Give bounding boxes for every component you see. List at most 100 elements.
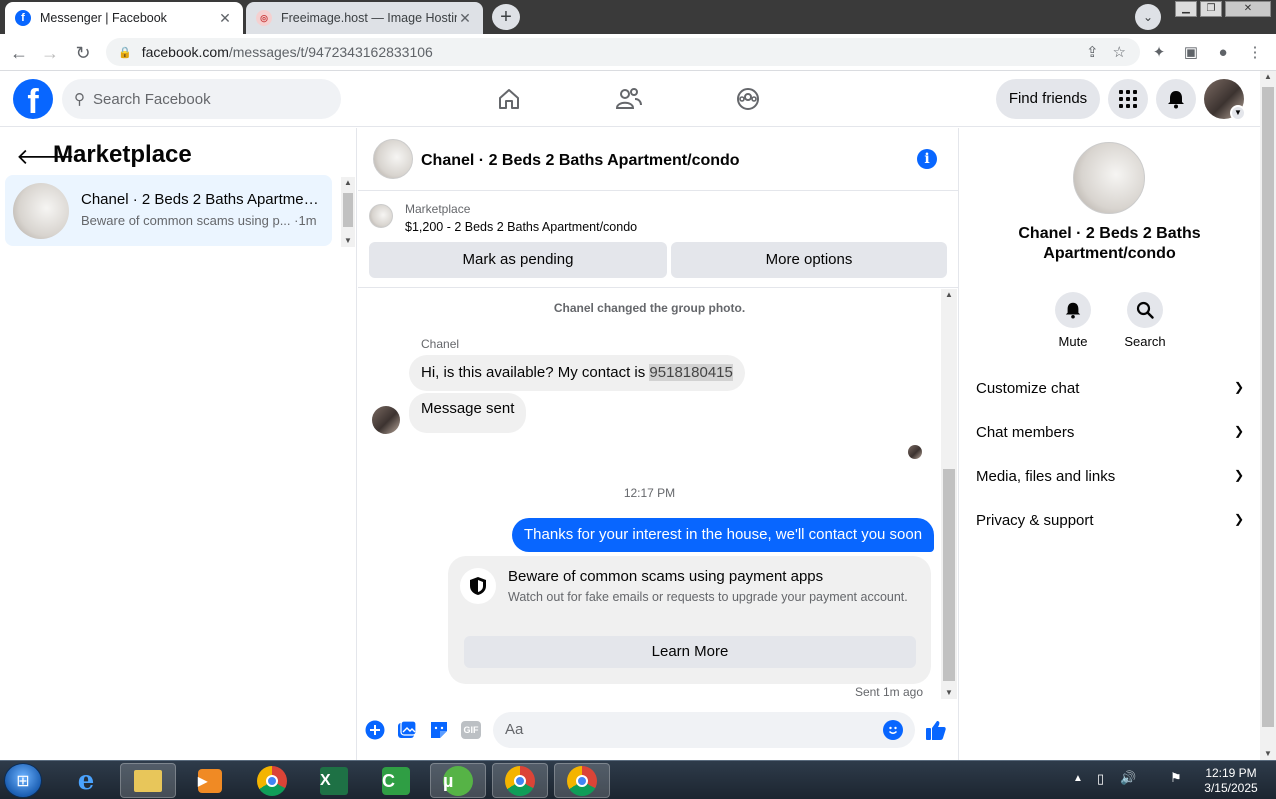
scroll-down-icon[interactable]: ▼ — [1260, 748, 1276, 760]
chat-avatar[interactable] — [373, 139, 413, 179]
scrollbar-thumb[interactable] — [1262, 87, 1274, 727]
facebook-header: f ⚲ Search Facebook Find friends ▼ — [0, 71, 1276, 127]
close-tab-icon[interactable]: ✕ — [217, 10, 233, 27]
message-input[interactable]: Aa — [493, 712, 915, 748]
friends-icon[interactable] — [611, 81, 647, 117]
url-path: /messages/t/9472343162833106 — [228, 44, 433, 60]
more-options-button[interactable]: More options — [671, 242, 947, 278]
list-item[interactable]: Chanel · 2 Beds 2 Baths Apartment/condo … — [5, 175, 332, 246]
media-files-links-section[interactable]: Media, files and links ❯ — [976, 468, 1246, 490]
camtasia-icon[interactable]: C — [368, 763, 424, 798]
chat-details-avatar[interactable] — [1073, 142, 1145, 214]
outgoing-message[interactable]: Thanks for your interest in the house, w… — [512, 518, 935, 552]
gif-icon[interactable]: GIF — [459, 718, 483, 742]
incoming-message[interactable]: Message sent — [409, 393, 527, 433]
network-icon[interactable]: ▯ — [1097, 771, 1104, 787]
learn-more-button[interactable]: Learn More — [464, 636, 916, 668]
url-field[interactable]: 🔒 facebook.com/messages/t/94723431628331… — [106, 38, 1140, 66]
chrome-menu-icon[interactable]: ⋮ — [1242, 40, 1268, 66]
address-bar: ← → ↻ 🔒 facebook.com/messages/t/94723431… — [0, 34, 1276, 71]
mute-button[interactable]: Mute — [1043, 292, 1103, 349]
media-player-icon[interactable]: ▶ — [182, 763, 238, 798]
account-avatar[interactable]: ▼ — [1204, 79, 1246, 121]
maximize-button[interactable]: ❐ — [1200, 1, 1222, 17]
chrome-window-icon[interactable] — [554, 763, 610, 798]
back-icon[interactable]: ← — [6, 40, 32, 66]
minimize-button[interactable]: ▁ — [1175, 1, 1197, 17]
scroll-up-icon[interactable]: ▲ — [341, 177, 355, 189]
incoming-message[interactable]: Hi, is this available? My contact is 951… — [409, 355, 745, 391]
action-center-flag-icon[interactable]: ⚑ — [1170, 770, 1182, 786]
tab-title: Freeimage.host — Image Hosting — [281, 11, 457, 25]
close-window-button[interactable]: ✕ — [1225, 1, 1271, 17]
tab-messenger[interactable]: f Messenger | Facebook ✕ — [5, 2, 243, 34]
tab-freeimage[interactable]: ◎ Freeimage.host — Image Hosting ✕ — [246, 2, 483, 34]
file-explorer-icon[interactable] — [120, 763, 176, 798]
forward-icon[interactable]: → — [37, 40, 63, 66]
thumbs-up-icon[interactable] — [924, 718, 948, 742]
listing-thumbnail[interactable] — [369, 204, 393, 228]
share-icon[interactable]: ⇪ — [1086, 43, 1099, 61]
mute-label: Mute — [1058, 334, 1088, 349]
sender-avatar[interactable] — [372, 406, 400, 434]
menu-grid-icon[interactable] — [1108, 79, 1148, 119]
bookmark-star-icon[interactable]: ☆ — [1113, 43, 1126, 61]
panel-title: Marketplace — [53, 141, 192, 168]
utorrent-icon[interactable]: µ — [430, 763, 486, 798]
home-icon[interactable] — [491, 81, 527, 117]
sender-name: Chanel — [421, 337, 460, 351]
close-tab-icon[interactable]: ✕ — [457, 10, 473, 27]
bell-icon — [1055, 292, 1091, 328]
facebook-logo-icon[interactable]: f — [13, 79, 53, 119]
photo-icon[interactable] — [395, 718, 419, 742]
scrollbar-thumb[interactable] — [943, 469, 955, 681]
privacy-support-section[interactable]: Privacy & support ❯ — [976, 512, 1246, 534]
windows-taskbar: ⊞ e ▶ X C µ ▲ ▯ 🔊 ⚑ 12:19 PM 3/15/2025 — [0, 760, 1276, 799]
chrome-profile-icon[interactable]: ● — [1210, 40, 1236, 66]
tab-search-button[interactable]: ⌄ — [1135, 4, 1161, 30]
chrome-profile-window-icon[interactable] — [492, 763, 548, 798]
chat-scrollbar[interactable]: ▲ ▼ — [941, 289, 957, 699]
volume-icon[interactable]: 🔊 — [1120, 770, 1136, 786]
chrome-icon[interactable] — [244, 763, 300, 798]
add-attachment-icon[interactable] — [363, 718, 387, 742]
scroll-down-icon[interactable]: ▼ — [941, 687, 957, 699]
new-tab-button[interactable]: + — [492, 4, 520, 30]
system-message: Chanel changed the group photo. — [553, 301, 746, 315]
chat-details-name: Chanel · 2 Beds 2 Baths Apartment/condo — [1018, 225, 1201, 262]
conversation-list-scrollbar[interactable]: ▲ ▼ — [341, 177, 355, 247]
facebook-search-input[interactable]: ⚲ Search Facebook — [62, 79, 341, 119]
search-icon: ⚲ — [74, 91, 85, 108]
chevron-down-icon: ▼ — [1230, 105, 1246, 121]
shield-icon — [460, 568, 496, 604]
show-hidden-icons-icon[interactable]: ▲ — [1073, 773, 1083, 784]
extensions-icon[interactable]: ✦ — [1146, 40, 1172, 66]
sticker-icon[interactable] — [427, 718, 451, 742]
search-placeholder: Search Facebook — [93, 90, 211, 108]
chat-members-section[interactable]: Chat members ❯ — [976, 424, 1246, 446]
scroll-up-icon[interactable]: ▲ — [1260, 71, 1276, 83]
find-friends-button[interactable]: Find friends — [996, 79, 1100, 119]
emoji-icon[interactable] — [883, 720, 903, 740]
scroll-down-icon[interactable]: ▼ — [341, 235, 355, 247]
scrollbar-thumb[interactable] — [343, 193, 353, 227]
notifications-bell-icon[interactable] — [1156, 79, 1196, 119]
chat-title[interactable]: Chanel · 2 Beds 2 Baths Apartment/condo — [421, 152, 740, 170]
side-panel-icon[interactable]: ▣ — [1178, 40, 1204, 66]
system-clock[interactable]: 12:19 PM 3/15/2025 — [1192, 766, 1270, 796]
start-menu-icon[interactable]: ⊞ — [4, 763, 42, 798]
listing-title[interactable]: $1,200 - 2 Beds 2 Baths Apartment/condo — [405, 220, 637, 234]
message-text: Hi, is this available? My contact is — [421, 364, 650, 381]
scam-warning-title: Beware of common scams using payment app… — [508, 568, 824, 585]
page-scrollbar[interactable]: ▲ ▼ — [1260, 71, 1276, 760]
search-in-chat-button[interactable]: Search — [1115, 292, 1175, 349]
customize-chat-section[interactable]: Customize chat ❯ — [976, 380, 1246, 402]
reload-icon[interactable]: ↻ — [70, 40, 96, 66]
freeimage-favicon-icon: ◎ — [256, 10, 272, 26]
info-icon[interactable]: i — [917, 149, 937, 169]
internet-explorer-icon[interactable]: e — [58, 763, 114, 798]
scroll-up-icon[interactable]: ▲ — [941, 289, 957, 301]
groups-icon[interactable] — [730, 81, 766, 117]
mark-as-pending-button[interactable]: Mark as pending — [369, 242, 667, 278]
excel-icon[interactable]: X — [306, 763, 362, 798]
